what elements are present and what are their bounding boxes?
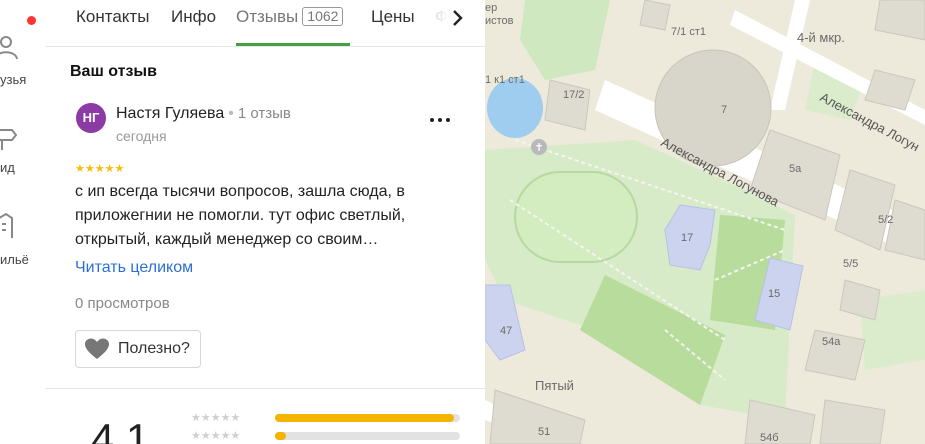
review-text: с ип всегда тысячи вопросов, зашла сюда,… xyxy=(75,183,406,248)
tabs-next-button[interactable] xyxy=(451,8,469,30)
guide-icon xyxy=(0,129,18,150)
rail-item-label: узья xyxy=(0,72,27,87)
map-label: 15 xyxy=(768,288,780,300)
map-label: Пятый xyxy=(535,378,574,393)
map-label: 1 к1 ст1 xyxy=(485,74,525,86)
rail-item-label: ильё xyxy=(0,252,29,267)
map-label: истов xyxy=(485,15,514,27)
map-building xyxy=(819,399,886,444)
rating-bar-fill xyxy=(275,432,287,440)
section-title: Ваш отзыв xyxy=(70,63,157,80)
map-label: 47 xyxy=(500,325,512,337)
tab-prices[interactable]: Цены xyxy=(371,7,415,27)
rail-item-friends[interactable]: узья xyxy=(0,30,45,90)
rail-item-label: ид xyxy=(0,160,15,175)
useful-label: Полезно? xyxy=(118,340,190,357)
map-building xyxy=(864,69,916,111)
more-dots-icon xyxy=(430,118,450,122)
rating-bar-row: ★★★★★ xyxy=(191,429,471,443)
map-building xyxy=(744,399,816,444)
author-review-count: 1 отзыв xyxy=(237,105,291,122)
active-tab-indicator xyxy=(236,43,350,46)
tab-contacts[interactable]: Контакты xyxy=(76,7,149,27)
map-label: ер xyxy=(485,2,497,14)
church-glyph: ✝ xyxy=(534,141,543,154)
map-building xyxy=(639,0,671,31)
read-more-link[interactable]: Читать целиком xyxy=(75,259,193,277)
rail-item-housing[interactable]: ильё xyxy=(0,210,45,270)
heart-icon xyxy=(85,338,109,359)
review-date: сегодня xyxy=(116,128,167,144)
rail-item-guide[interactable]: ид xyxy=(0,120,45,180)
tab-reviews-label: Отзывы xyxy=(236,7,299,26)
map-label: 5/2 xyxy=(878,214,893,226)
reviews-count-badge: 1062 xyxy=(302,7,344,26)
views-count: 0 просмотров xyxy=(75,295,170,312)
map-label: 17/2 xyxy=(563,89,584,101)
author-name: Настя Гуляева xyxy=(116,105,225,122)
rating-value: 4.1 xyxy=(91,415,150,444)
tab-info[interactable]: Инфо xyxy=(171,7,216,27)
tab-bar: Контакты Инфо Отзывы1062 Цены Ф xyxy=(45,0,485,47)
map-building xyxy=(874,0,925,41)
map-label: 5а xyxy=(789,163,802,175)
bar-stars: ★★★★★ xyxy=(191,412,241,424)
rating-bar-track xyxy=(275,414,460,422)
map-label: 17 xyxy=(681,232,693,244)
chevron-right-icon xyxy=(453,10,463,26)
separator-dot: • xyxy=(228,105,234,122)
map-label: 54б xyxy=(760,432,779,444)
review-author[interactable]: Настя Гуляева • 1 отзыв xyxy=(116,105,291,123)
map-label: 5/5 xyxy=(843,258,858,270)
map-view[interactable]: ✝ истов 7/1 ст1 4-й мкр. 1 к1 ст1 17/2 7… xyxy=(485,0,925,444)
useful-button[interactable]: Полезно? xyxy=(75,330,201,368)
rating-bar-fill xyxy=(275,414,455,422)
bar-stars: ★★★★★ xyxy=(191,430,241,442)
rating-bar-row: ★★★★★ xyxy=(191,411,471,425)
map-water xyxy=(487,78,543,138)
map-label: 54а xyxy=(822,336,841,348)
divider xyxy=(45,388,485,389)
avatar[interactable]: НГ xyxy=(76,103,106,133)
org-panel: Контакты Инфо Отзывы1062 Цены Ф Ваш отзы… xyxy=(45,0,486,444)
people-icon xyxy=(0,36,18,60)
map-label: 7 xyxy=(721,104,727,116)
left-rail: узья ид ильё xyxy=(0,0,46,444)
map-building xyxy=(839,279,881,321)
map-canvas[interactable]: ✝ истов 7/1 ст1 4-й мкр. 1 к1 ст1 17/2 7… xyxy=(485,0,925,444)
map-building xyxy=(884,199,925,261)
notification-dot xyxy=(27,16,36,25)
building-icon xyxy=(0,212,13,238)
map-label: 7/1 ст1 xyxy=(671,26,706,38)
map-stadium xyxy=(514,171,638,263)
map-building xyxy=(544,79,591,131)
review-stars: ★★★★★ xyxy=(75,163,125,175)
map-park xyxy=(520,0,610,80)
map-label: 4-й мкр. xyxy=(797,30,845,45)
map-label: 51 xyxy=(538,426,550,438)
tab-reviews[interactable]: Отзывы 1062 xyxy=(236,7,344,27)
rating-bar-track xyxy=(275,432,460,440)
more-options-button[interactable] xyxy=(429,108,451,128)
